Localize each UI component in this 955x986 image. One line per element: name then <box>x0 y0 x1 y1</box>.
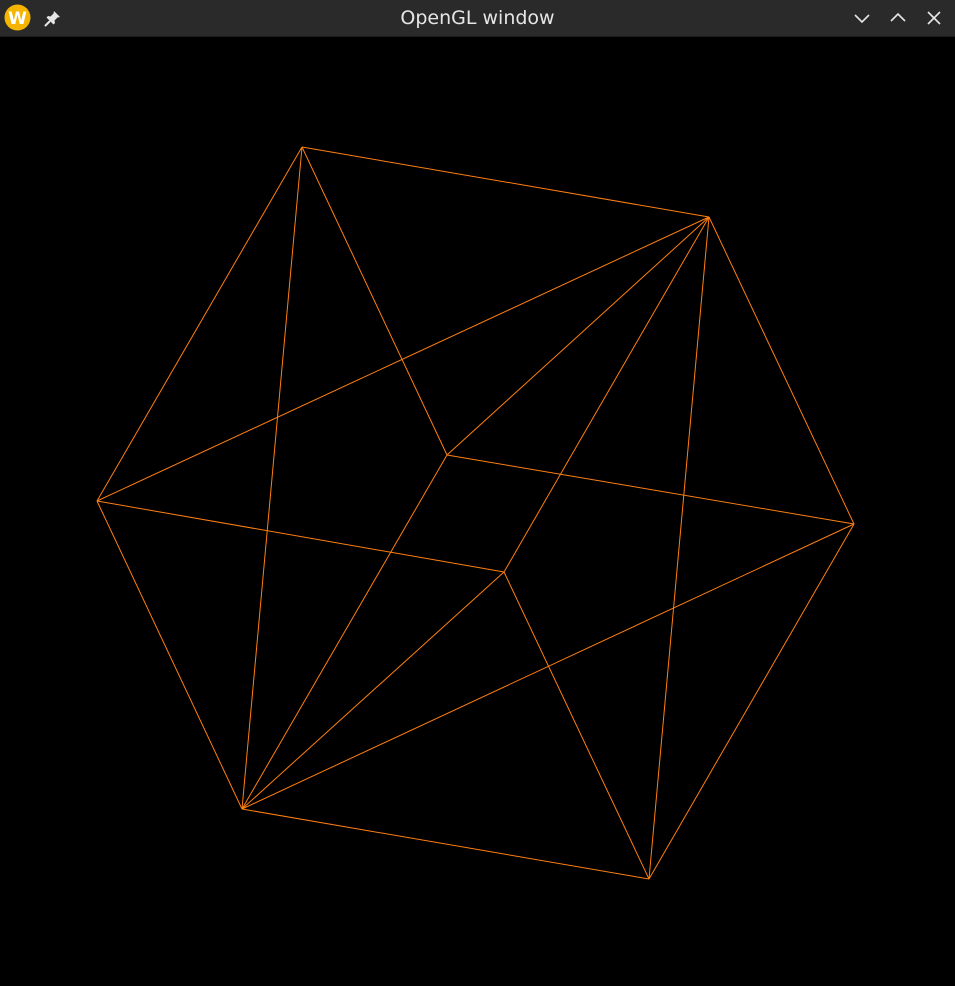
close-button[interactable] <box>921 5 947 31</box>
wireframe-cube <box>96 146 855 880</box>
svg-text:W: W <box>8 9 27 29</box>
cube-edge-gb <box>446 216 710 456</box>
cube-edge-fb <box>96 216 710 502</box>
cube-edge-ab <box>301 146 710 218</box>
minimize-button[interactable] <box>849 5 875 31</box>
cube-edge-bc <box>708 216 855 525</box>
chevron-up-icon <box>890 12 906 22</box>
cube-edge-ef <box>96 500 243 810</box>
opengl-viewport[interactable] <box>0 38 955 986</box>
cube-edge-ae <box>241 146 303 810</box>
pin-icon[interactable] <box>40 5 66 31</box>
cube-edge-de <box>241 808 650 880</box>
opengl-window: W OpenGL window <box>0 0 955 986</box>
close-icon <box>927 11 941 25</box>
cube-edge-fa <box>96 146 303 502</box>
maximize-button[interactable] <box>885 5 911 31</box>
cube-edge-fh <box>96 500 505 573</box>
cube-edge-ge <box>241 454 448 810</box>
app-logo-icon[interactable]: W <box>4 4 31 31</box>
cube-edge-gc <box>446 454 855 525</box>
cube-edge-hb <box>503 216 710 573</box>
chevron-down-icon <box>854 14 870 24</box>
cube-edge-cd <box>648 523 855 880</box>
window-title: OpenGL window <box>400 7 555 29</box>
cube-edge-hd <box>503 571 650 880</box>
cube-edge-ce <box>241 523 855 810</box>
title-bar[interactable]: W OpenGL window <box>0 0 955 37</box>
cube-edge-ag <box>301 146 448 456</box>
cube-edge-bd <box>648 216 710 880</box>
cube-edge-he <box>241 571 505 810</box>
